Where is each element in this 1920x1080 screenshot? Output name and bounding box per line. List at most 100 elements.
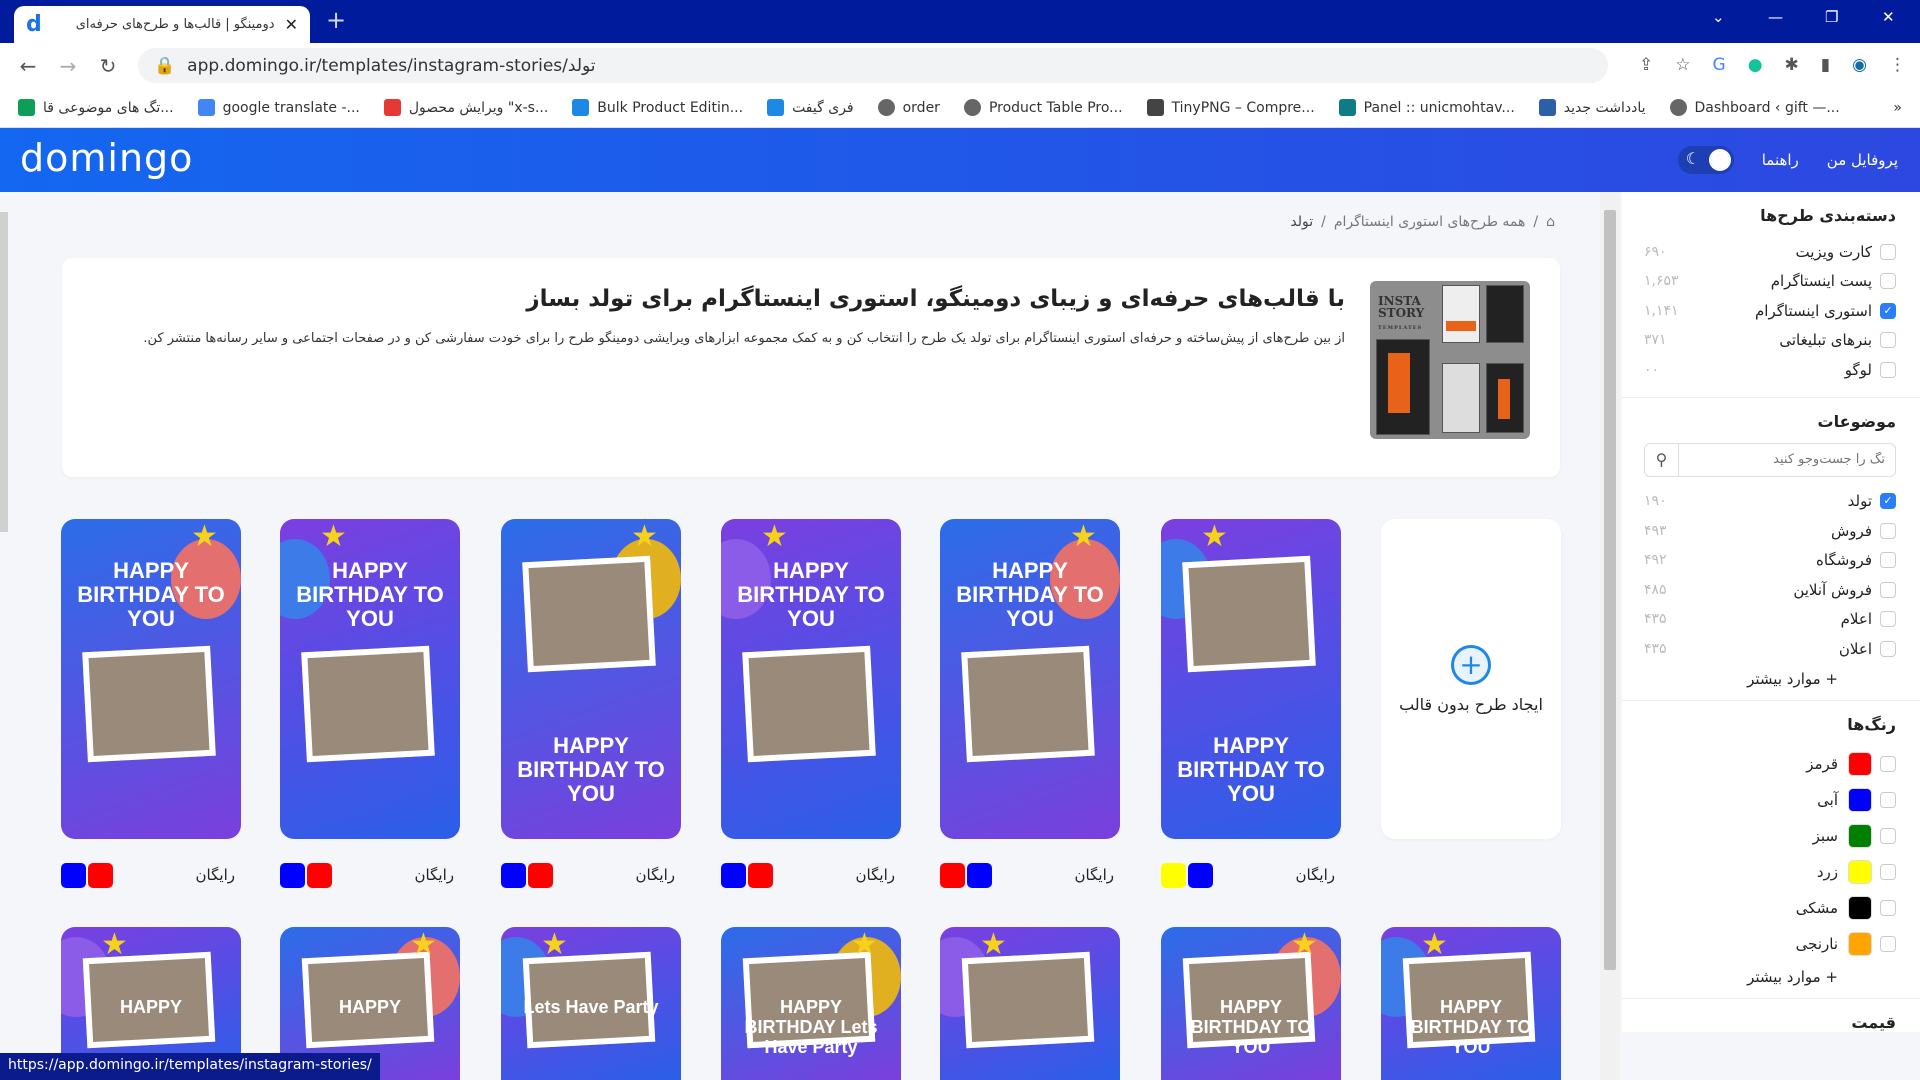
tab-search-icon[interactable]: ⌄ [1712, 8, 1725, 26]
checkbox[interactable] [1880, 863, 1896, 880]
template-card[interactable]: ★ HAPPY BIRTHDAY TO YOU [1161, 927, 1341, 1080]
sidepanel-icon[interactable]: ▮ [1821, 55, 1830, 75]
dark-mode-toggle[interactable]: ☾ [1677, 146, 1734, 174]
bookmark-item[interactable]: order [877, 99, 940, 116]
checkbox[interactable] [1880, 827, 1896, 844]
search-icon[interactable]: ⚲ [1645, 443, 1679, 476]
domingo-logo[interactable]: domingo [20, 136, 193, 180]
bookmark-item[interactable]: Product Table Pro... [963, 99, 1123, 116]
checkbox[interactable]: ✓ [1880, 302, 1896, 319]
bookmark-item[interactable]: Panel :: unicmohtav... [1338, 99, 1515, 116]
filter-option[interactable]: فروشگاه ۴۹۲ [1644, 546, 1896, 576]
template-card[interactable]: ★ HAPPY BIRTHDAY TO YOU [940, 519, 1120, 839]
checkbox[interactable] [1880, 935, 1896, 952]
template-card[interactable]: ★ HAPPY BIRTHDAY TO YOU [1161, 519, 1341, 839]
checkbox[interactable] [1880, 243, 1896, 260]
bookmark-star-icon[interactable]: ☆ [1675, 55, 1690, 75]
bookmark-item[interactable]: فری گیفت [767, 99, 854, 116]
template-photo [82, 645, 216, 763]
template-card[interactable]: ★ [940, 927, 1120, 1080]
guide-link[interactable]: راهنما [1762, 151, 1799, 169]
color-swatch [1848, 787, 1872, 812]
close-window-icon[interactable]: ✕ [1882, 8, 1895, 26]
checkbox[interactable] [1880, 552, 1896, 569]
filter-option[interactable]: ✓ استوری اینستاگرام ۱,۱۴۱ [1644, 296, 1896, 326]
checkbox[interactable] [1880, 899, 1896, 916]
main-scrollbar[interactable] [1600, 192, 1620, 1080]
bookmark-item[interactable]: یادداشت جدید [1538, 99, 1646, 116]
template-heading: HAPPY BIRTHDAY Lets Have Party [744, 997, 878, 1057]
forward-icon[interactable]: → [48, 54, 88, 78]
bookmark-item[interactable]: Dashboard ‹ gift —... [1669, 99, 1840, 116]
close-tab-icon[interactable]: ✕ [285, 15, 298, 34]
color-swatches [721, 862, 773, 888]
checkbox[interactable] [1880, 332, 1896, 349]
maximize-icon[interactable]: ❐ [1825, 8, 1838, 26]
checkbox[interactable] [1880, 611, 1896, 628]
home-icon[interactable]: ⌂ [1546, 214, 1555, 230]
template-card[interactable]: ★ Lets Have Party [501, 927, 681, 1080]
filter-option[interactable]: بنرهای تبلیغاتی ۳۷۱ [1644, 326, 1896, 356]
breadcrumb-all-stories[interactable]: همه طرح‌های استوری اینستاگرام [1334, 214, 1526, 230]
minimize-icon[interactable]: — [1768, 8, 1783, 26]
checkbox[interactable] [1880, 755, 1896, 772]
topic-search-input[interactable] [1679, 443, 1895, 476]
filter-option[interactable]: اعلان ۴۳۵ [1644, 634, 1896, 664]
checkbox[interactable]: ✓ [1880, 493, 1896, 510]
filter-option[interactable]: اعلام ۴۳۵ [1644, 605, 1896, 635]
color-filter-option[interactable]: سبز [1644, 818, 1896, 854]
checkbox[interactable] [1880, 273, 1896, 290]
template-card[interactable]: ★ HAPPY BIRTHDAY TO YOU [1381, 927, 1561, 1080]
browser-tab-strip: d دومینگو | قالب‌ها و طرح‌های حرفه‌ای ✕ … [0, 0, 1920, 43]
more-topics-link[interactable]: + موارد بیشتر [1644, 664, 1896, 688]
profile-link[interactable]: پروفایل من [1827, 151, 1898, 169]
extensions-icon[interactable]: ✱ [1785, 55, 1799, 75]
color-filter-option[interactable]: آبی [1644, 782, 1896, 818]
filter-option[interactable]: پست اینستاگرام ۱,۶۵۳ [1644, 267, 1896, 297]
more-colors-link[interactable]: + موارد بیشتر [1644, 962, 1896, 986]
template-card[interactable]: ★ HAPPY BIRTHDAY TO YOU [61, 519, 241, 839]
back-icon[interactable]: ← [8, 54, 48, 78]
star-decoration: ★ [631, 519, 658, 554]
price-label: رایگان [195, 866, 235, 884]
color-swatch [307, 862, 332, 888]
reload-icon[interactable]: ↻ [88, 54, 128, 78]
profile-avatar-icon[interactable]: ◉ [1852, 55, 1867, 75]
checkbox[interactable] [1880, 791, 1896, 808]
filter-option[interactable]: فروش ۴۹۳ [1644, 516, 1896, 546]
grammarly-icon[interactable]: ● [1748, 55, 1763, 75]
filter-option[interactable]: کارت ویزیت ۶۹۰ [1644, 237, 1896, 267]
template-photo [1182, 555, 1316, 673]
template-meta: رایگان [721, 860, 901, 890]
bookmark-item[interactable]: ویرایش محصول "x-s... [383, 99, 548, 116]
menu-icon[interactable]: ⋮ [1889, 55, 1906, 75]
bookmark-item[interactable]: تگ های موضوعی قا... [18, 99, 174, 116]
create-blank-design-card[interactable]: + ایجاد طرح بدون قالب [1381, 519, 1561, 839]
color-filter-option[interactable]: نارنجی [1644, 926, 1896, 962]
checkbox[interactable] [1880, 581, 1896, 598]
template-card[interactable]: ★ HAPPY BIRTHDAY Lets Have Party [721, 927, 901, 1080]
share-icon[interactable]: ⇪ [1639, 55, 1653, 75]
url-field[interactable]: 🔒 app.domingo.ir/templates/instagram-sto… [138, 48, 1608, 83]
template-card[interactable]: ★ HAPPY BIRTHDAY TO YOU [721, 519, 901, 839]
translate-icon[interactable]: G [1713, 55, 1726, 75]
checkbox[interactable] [1880, 522, 1896, 539]
checkbox[interactable] [1880, 361, 1896, 378]
browser-tab[interactable]: d دومینگو | قالب‌ها و طرح‌های حرفه‌ای ✕ [14, 6, 310, 43]
filter-option[interactable]: فروش آنلاین ۴۸۵ [1644, 575, 1896, 605]
color-filter-option[interactable]: مشکی [1644, 890, 1896, 926]
new-tab-icon[interactable]: + [326, 6, 346, 34]
bookmark-item[interactable]: TinyPNG – Compre... [1146, 99, 1315, 116]
filter-option[interactable]: لوگو ۰۰ [1644, 355, 1896, 385]
bookmark-item[interactable]: Bulk Product Editin... [572, 99, 743, 116]
color-filter-option[interactable]: زرد [1644, 854, 1896, 890]
bookmark-label: Product Table Pro... [988, 99, 1123, 116]
color-filter-option[interactable]: قرمز [1644, 746, 1896, 782]
more-bookmarks-icon[interactable]: » [1893, 100, 1902, 116]
template-card[interactable]: ★ HAPPY BIRTHDAY TO YOU [280, 519, 460, 839]
filter-option[interactable]: ✓ تولد ۱۹۰ [1644, 487, 1896, 517]
bookmark-item[interactable]: google translate -... [197, 99, 360, 116]
checkbox[interactable] [1880, 640, 1896, 657]
breadcrumb-separator: / [1533, 214, 1539, 230]
template-card[interactable]: ★ HAPPY BIRTHDAY TO YOU [501, 519, 681, 839]
